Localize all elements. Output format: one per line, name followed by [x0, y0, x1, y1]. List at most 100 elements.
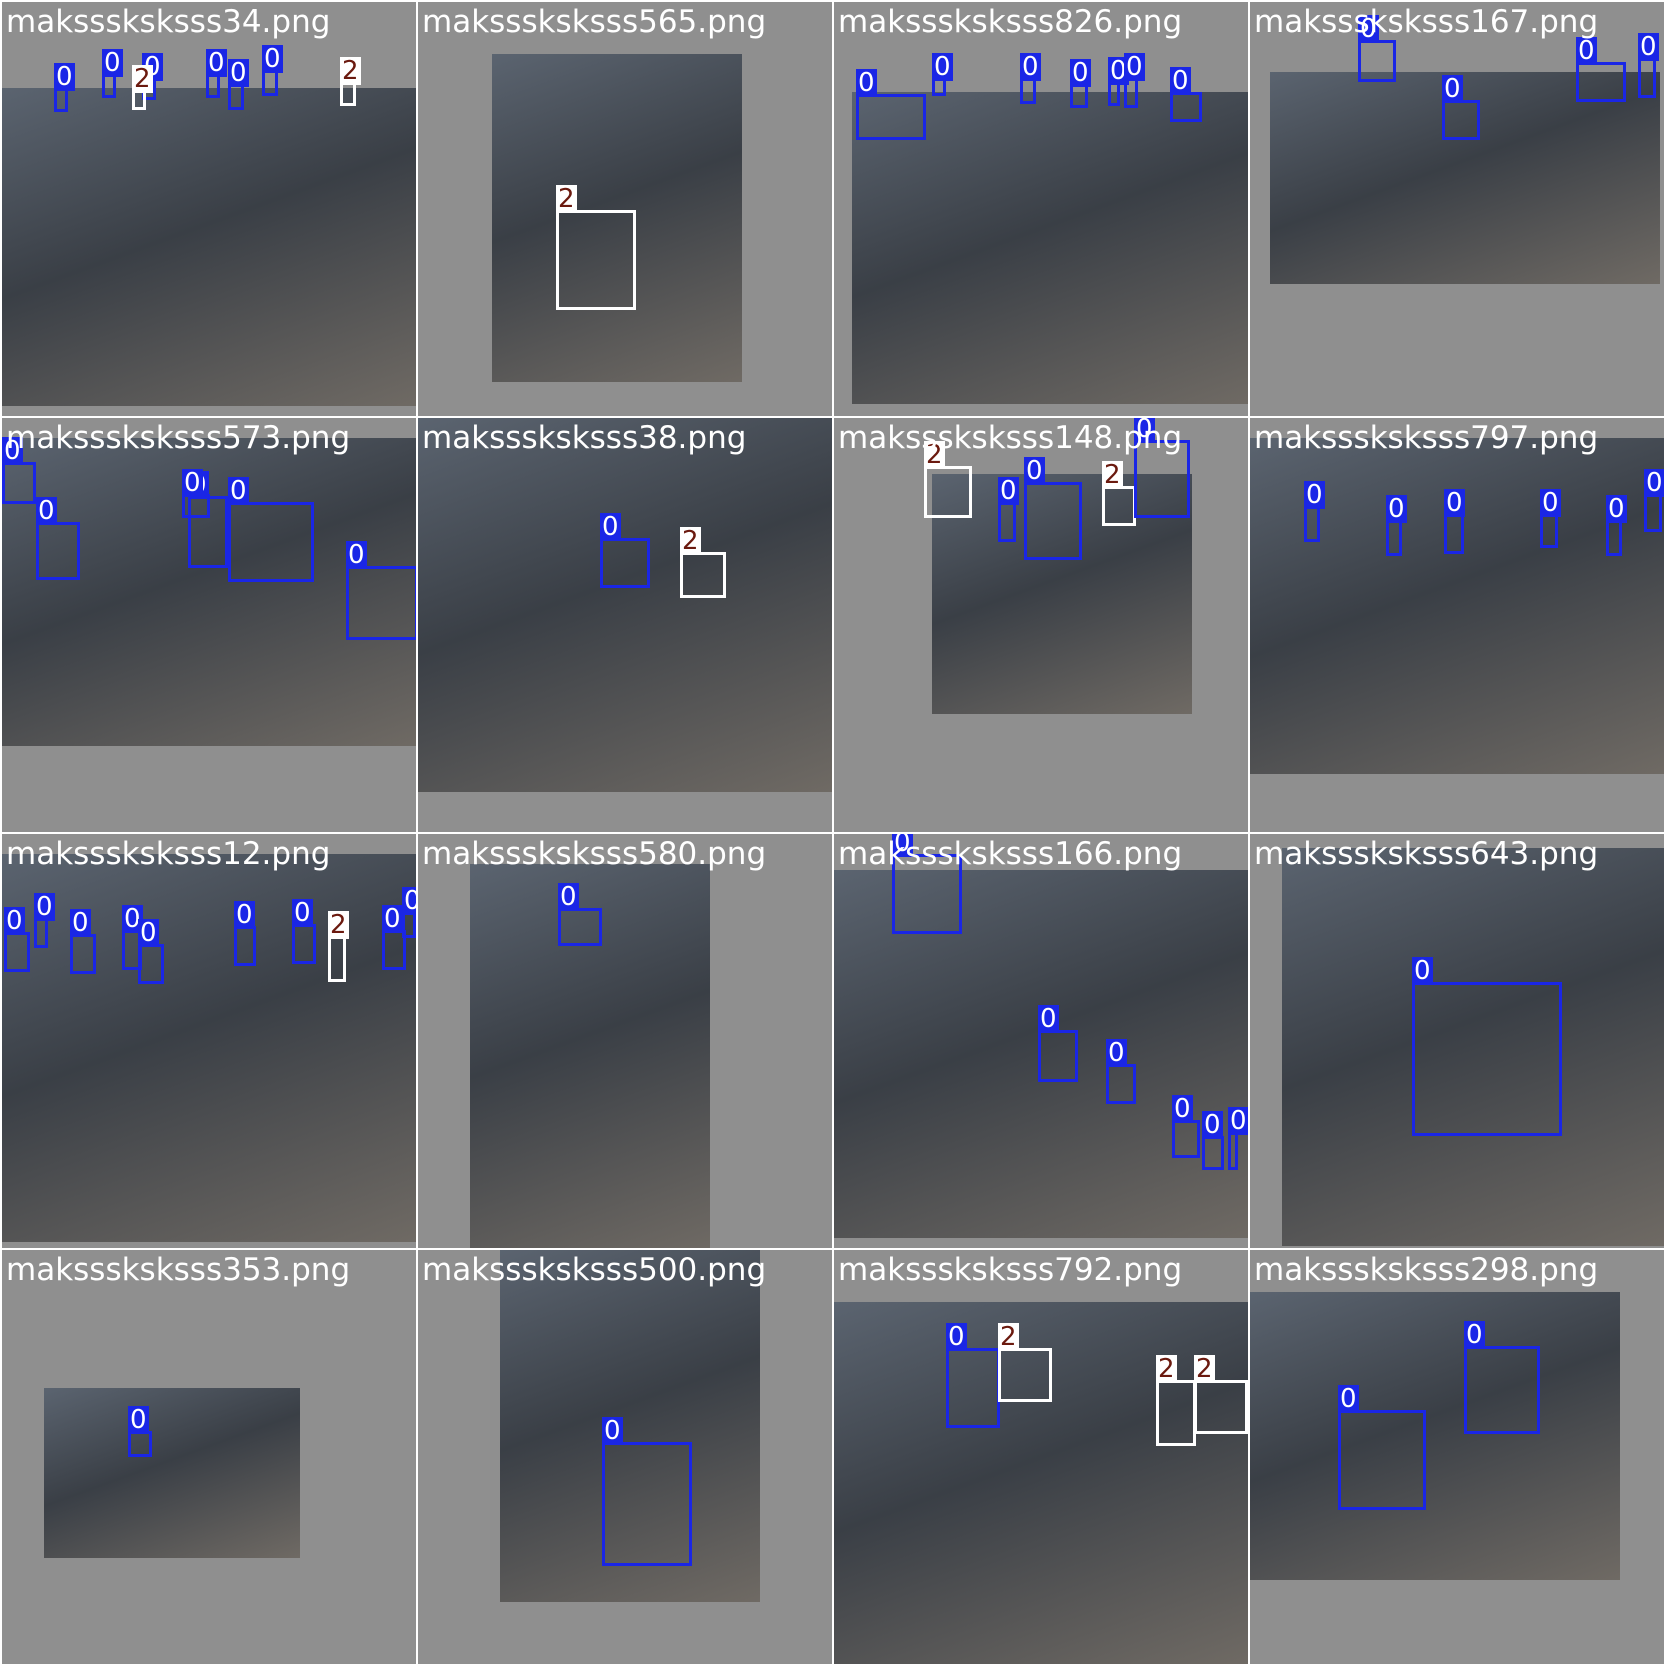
filename-label: maksssksksss148.png: [838, 420, 1183, 456]
bounding-box: 2: [680, 527, 726, 598]
bounding-box: 0: [206, 49, 227, 98]
tile: 0 maksssksksss643.png: [1250, 834, 1664, 1248]
class-label: 0: [206, 48, 227, 78]
class-label: 0: [558, 882, 579, 912]
bounding-box: 0: [70, 909, 96, 974]
bounding-box: 0: [946, 1323, 1000, 1428]
class-label: 0: [34, 892, 55, 922]
tile: 0 0 maksssksksss298.png: [1250, 1250, 1664, 1664]
filename-label: maksssksksss12.png: [6, 836, 331, 872]
tile: 0 0 0 0 maksssksksss167.png: [1250, 2, 1664, 416]
class-label: 0: [262, 44, 283, 74]
bounding-box: 0: [36, 497, 80, 580]
tile: 0 0 0 0 0 0 0 2 0 0 maksssksksss12.png: [2, 834, 416, 1248]
filename-label: maksssksksss167.png: [1254, 4, 1599, 40]
bounding-box: 2: [1102, 461, 1136, 526]
class-label: 2: [340, 56, 361, 86]
bounding-box: 2: [556, 185, 636, 310]
bounding-box: 0: [1358, 15, 1396, 82]
class-label: 0: [1338, 1384, 1359, 1414]
bounding-box: 0: [1576, 37, 1626, 102]
class-label: 0: [382, 904, 403, 934]
class-label: 0: [932, 52, 953, 82]
class-label: 0: [1644, 468, 1664, 498]
bounding-box: 0: [34, 893, 55, 948]
bounding-box: 0: [1106, 1039, 1136, 1104]
photo: [2, 854, 416, 1242]
bounding-box: 0: [600, 513, 650, 588]
tile: 0 0 0 0 0 0 0 maksssksksss826.png: [834, 2, 1248, 416]
class-label: 2: [328, 910, 349, 940]
class-label: 0: [1606, 494, 1627, 524]
bounding-box: 0: [1644, 469, 1664, 532]
class-label: 0: [1386, 494, 1407, 524]
tile: 0 0 0 0 0 0 maksssksksss797.png: [1250, 418, 1664, 832]
bounding-box: 0: [1638, 33, 1659, 98]
photo: [1250, 1292, 1620, 1580]
class-label: 0: [1038, 1004, 1059, 1034]
bounding-box: 2: [328, 911, 349, 982]
mosaic-grid: 00000022maksssksksss34.png2maksssksksss5…: [0, 0, 1664, 1664]
bounding-box: 0: [1304, 481, 1325, 542]
class-label: 0: [602, 1416, 623, 1446]
class-label: 2: [680, 526, 701, 556]
bounding-box: 0: [138, 919, 164, 984]
class-label: 2: [998, 1322, 1019, 1352]
bounding-box: 0: [262, 45, 283, 96]
class-label: 0: [1638, 32, 1659, 62]
bounding-box: 0: [128, 1406, 152, 1457]
bounding-box: 0: [102, 49, 123, 98]
class-label: 0: [346, 540, 367, 570]
bounding-box: 0: [1444, 489, 1465, 554]
class-label: 0: [1202, 1110, 1223, 1140]
bounding-box: 0: [1108, 57, 1129, 106]
bounding-box: 0: [1172, 1095, 1200, 1158]
tile: 00000022maksssksksss34.png: [2, 2, 416, 416]
filename-label: maksssksksss573.png: [6, 420, 351, 456]
bounding-box: 0: [402, 887, 416, 938]
filename-label: maksssksksss353.png: [6, 1252, 351, 1288]
bounding-box: 0: [1020, 53, 1041, 104]
class-label: 0: [128, 1405, 149, 1435]
class-label: 0: [292, 898, 313, 928]
bounding-box: 0: [1170, 67, 1202, 122]
filename-label: maksssksksss826.png: [838, 4, 1183, 40]
bounding-box: 0: [1038, 1005, 1078, 1082]
bounding-box: 0: [1070, 59, 1091, 108]
class-label: 0: [1020, 52, 1041, 82]
bounding-box: 0: [1464, 1321, 1540, 1434]
class-label: 0: [1304, 480, 1325, 510]
class-label: 0: [234, 900, 255, 930]
class-label: 2: [1156, 1354, 1177, 1384]
class-label: 0: [1172, 1094, 1193, 1124]
class-label: 0: [138, 918, 159, 948]
class-label: 2: [132, 64, 153, 94]
class-label: 0: [1576, 36, 1597, 66]
filename-label: maksssksksss643.png: [1254, 836, 1599, 872]
class-label: 0: [1070, 58, 1091, 88]
bounding-box: 0: [1124, 53, 1145, 108]
class-label: 0: [1170, 66, 1191, 96]
class-label: 0: [1412, 956, 1433, 986]
bounding-box: 0: [2, 437, 36, 504]
class-label: 0: [228, 476, 249, 506]
bounding-box: 0: [234, 901, 256, 966]
class-label: 0: [1442, 74, 1463, 104]
bounding-box: 0: [228, 59, 249, 110]
filename-label: maksssksksss797.png: [1254, 420, 1599, 456]
bounding-box: 0: [602, 1417, 692, 1566]
tile: 0 2 2 2 maksssksksss792.png: [834, 1250, 1248, 1664]
bounding-box: 2: [1156, 1355, 1196, 1446]
class-label: 0: [54, 62, 75, 92]
filename-label: maksssksksss38.png: [422, 420, 747, 456]
class-label: 0: [1106, 1038, 1127, 1068]
bounding-box: 2: [132, 65, 153, 110]
bounding-box: 0: [292, 899, 316, 964]
filename-label: maksssksksss500.png: [422, 1252, 767, 1288]
bounding-box: 2: [924, 441, 972, 518]
tile: 0 0 0 0 0 0 maksssksksss166.png: [834, 834, 1248, 1248]
bounding-box: 0: [1202, 1111, 1224, 1170]
tile: 0 2 maksssksksss38.png: [418, 418, 832, 832]
class-label: 0: [70, 908, 91, 938]
bounding-box: 0: [228, 477, 314, 582]
